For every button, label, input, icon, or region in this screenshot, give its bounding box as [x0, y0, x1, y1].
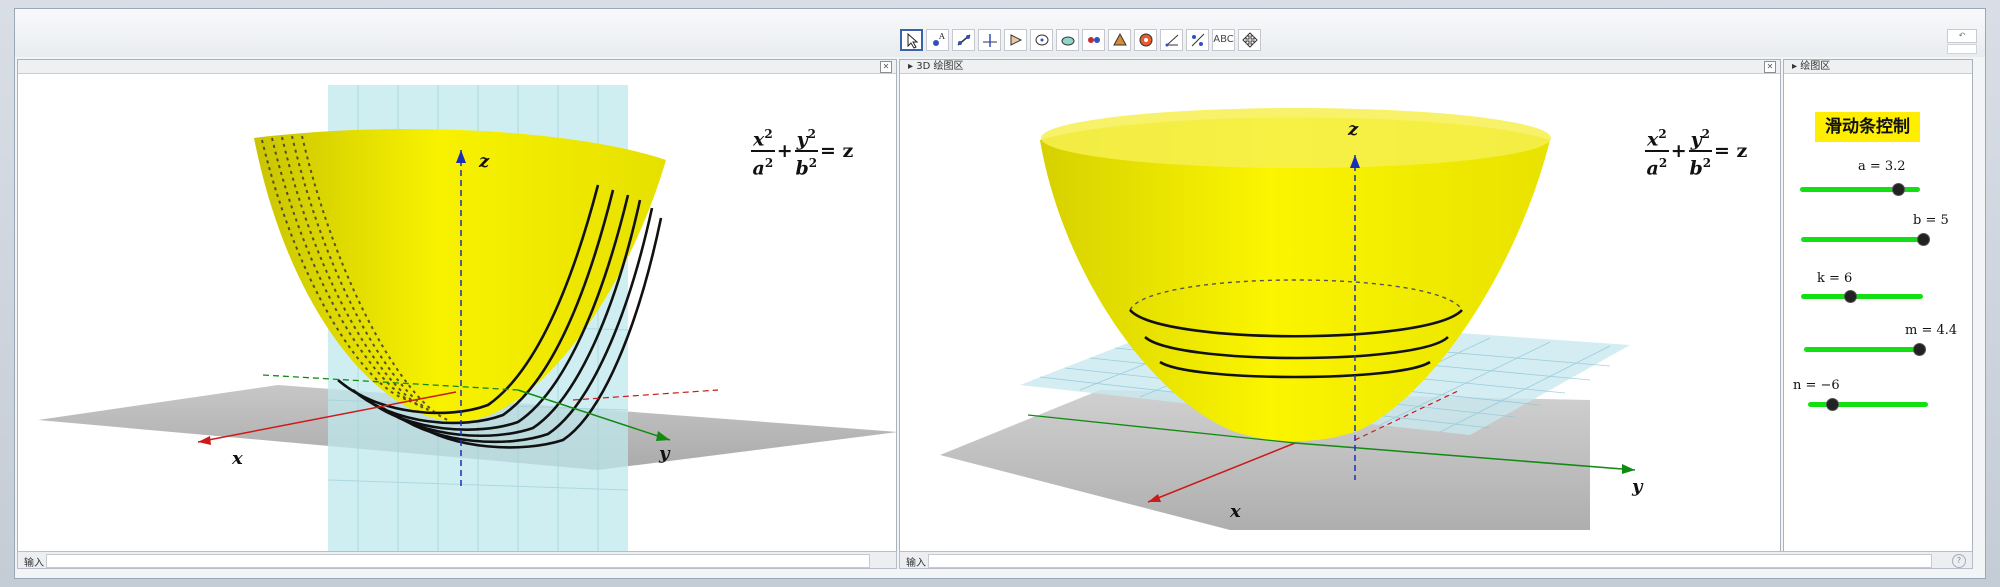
circle-tool[interactable] [1030, 29, 1053, 51]
y-axis-arrow [1622, 464, 1635, 474]
left-3d-view[interactable]: ✕ x y z x2 a2 + y2 b2 = z [17, 59, 897, 559]
slider-track[interactable] [1801, 294, 1923, 299]
point-tool[interactable]: A [926, 29, 949, 51]
geogebra-window: A ABC ↶ ✕ x y z x2 a2 + y2 b2 = z ▸ 3D 绘… [14, 8, 1986, 579]
z-axis-label: z [478, 151, 490, 172]
window-controls-2 [1947, 44, 1977, 54]
move-view-tool[interactable] [1238, 29, 1261, 51]
toolbar: A ABC ↶ [15, 9, 1985, 57]
line-tool[interactable] [952, 29, 975, 51]
slider-label: n = −6 [1793, 378, 1840, 393]
x-axis-arrow [198, 436, 211, 445]
window-controls: ↶ [1947, 29, 1977, 43]
reflect-tool[interactable] [1186, 29, 1209, 51]
slider-track[interactable] [1801, 237, 1923, 242]
x-axis-label: x [231, 448, 243, 469]
input-label: 输入 [24, 558, 44, 569]
slider-knob[interactable] [1912, 343, 1926, 356]
sphere-tool[interactable] [1134, 29, 1157, 51]
input-label: 输入 [906, 558, 926, 569]
input-bar-right: 输入 ? [899, 551, 1973, 569]
slider-control-title: 滑动条控制 [1815, 112, 1920, 142]
polygon-tool[interactable] [1004, 29, 1027, 51]
panel-title: ▸ 绘图区 [1784, 60, 1972, 74]
y-axis-label: y [1631, 476, 1644, 497]
pyramid-tool[interactable] [1108, 29, 1131, 51]
input-field[interactable] [46, 554, 870, 568]
input-bar-left: 输入 [17, 551, 897, 569]
slider-label: m = 4.4 [1905, 323, 1958, 338]
svg-text:A: A [938, 32, 945, 41]
slider-knob[interactable] [1917, 233, 1930, 246]
z-axis-label: z [1347, 119, 1359, 140]
paraboloid-rim [1041, 108, 1551, 168]
plane-tool[interactable] [1082, 29, 1105, 51]
slider-knob[interactable] [1843, 290, 1857, 303]
undo-icon[interactable]: ↶ [1947, 29, 1977, 43]
perpendicular-tool[interactable] [978, 29, 1001, 51]
move-tool[interactable] [900, 29, 923, 51]
input-field[interactable] [928, 554, 1932, 568]
x-axis-label: x [1229, 501, 1241, 522]
angle-tool[interactable] [1160, 29, 1183, 51]
slider-label: k = 6 [1817, 271, 1853, 286]
slider-track[interactable] [1804, 347, 1926, 352]
help-icon[interactable] [1947, 44, 1977, 54]
equation-formula-right: x2 a2 + y2 b2 = z [1645, 123, 1749, 180]
right-3d-view[interactable]: ▸ 3D 绘图区 ✕ x y z x2 a2 + y2 b2 = z [899, 59, 1781, 559]
text-tool[interactable]: ABC [1212, 29, 1235, 51]
slider-knob[interactable] [1826, 398, 1839, 411]
tool-buttons: A ABC [900, 29, 1261, 53]
equation-formula-left: x2 a2 + y2 b2 = z [751, 123, 855, 180]
slider-label: a = 3.2 [1858, 159, 1906, 174]
slider-label: b = 5 [1913, 213, 1949, 228]
help-icon[interactable]: ? [1952, 554, 1966, 568]
y-axis-label: y [658, 443, 671, 464]
intersect-surface-tool[interactable] [1056, 29, 1079, 51]
